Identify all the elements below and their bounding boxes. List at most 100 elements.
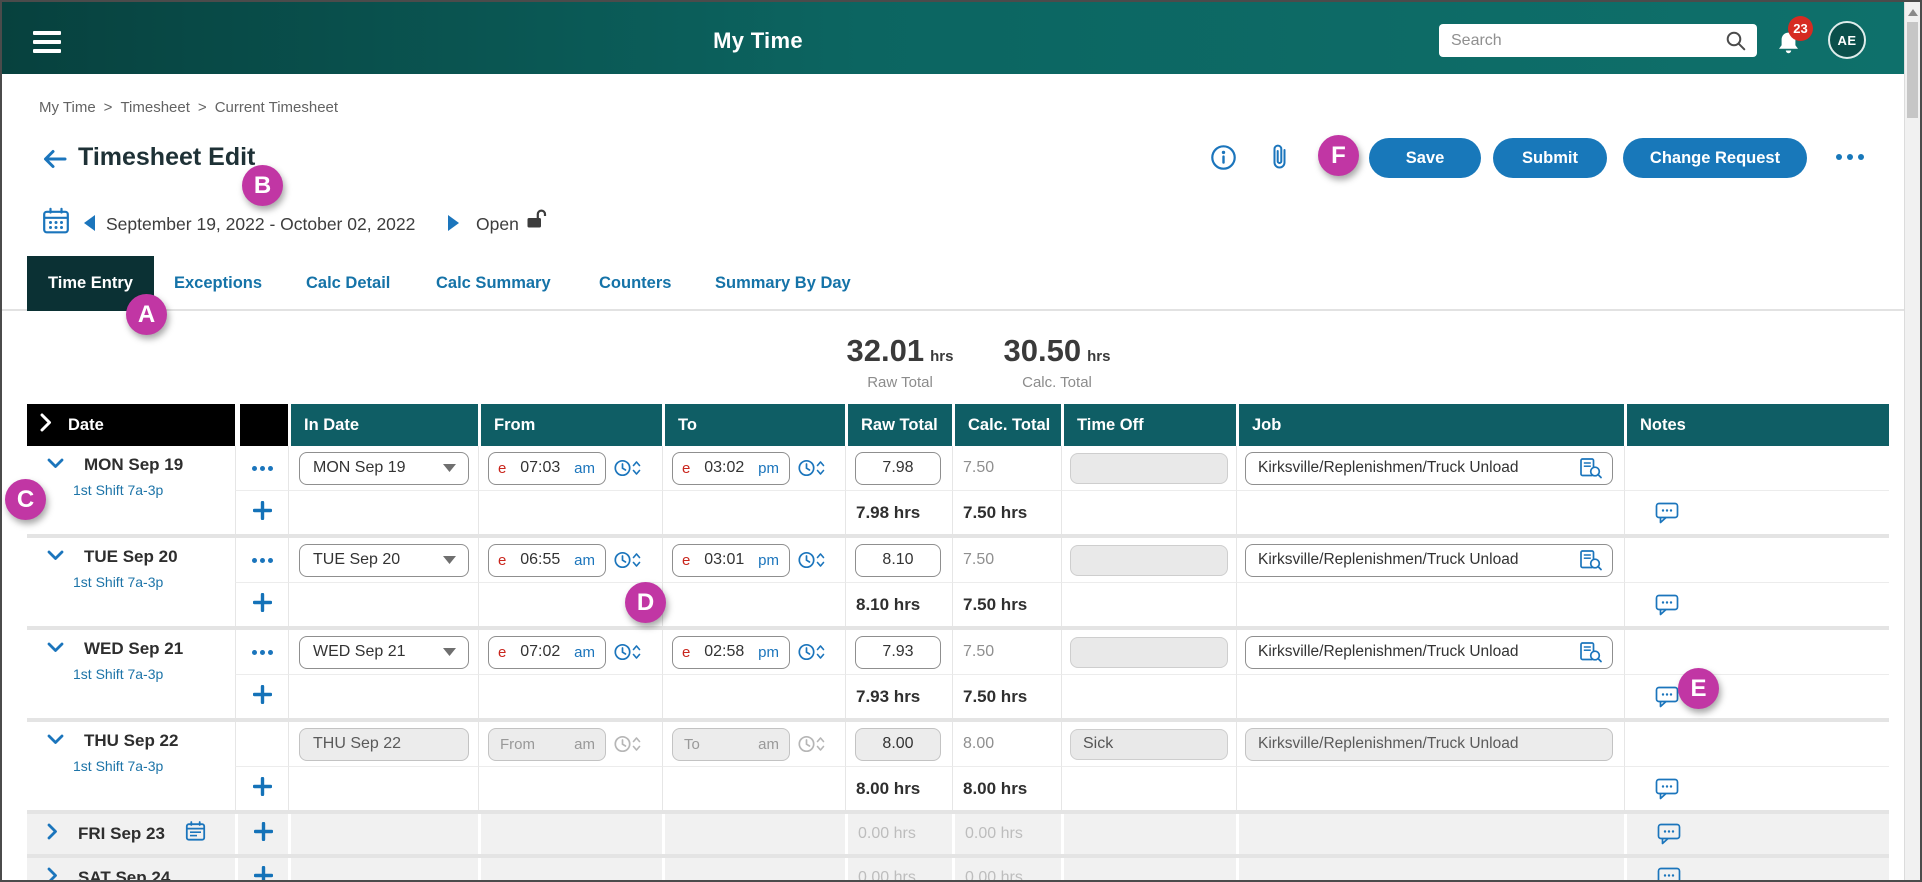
notes-comment-icon[interactable] [1657, 823, 1681, 845]
date-cell: FRI Sep 23 [27, 814, 235, 854]
from-time-field[interactable]: e 07:03 am [488, 451, 606, 485]
clock-transfer-icon[interactable] [613, 458, 641, 478]
save-button[interactable]: Save [1369, 138, 1481, 178]
clock-transfer-icon[interactable] [613, 550, 641, 570]
menu-icon[interactable] [33, 31, 61, 53]
clock-transfer-icon[interactable] [613, 642, 641, 662]
to-time-field[interactable]: e 03:02 pm [672, 451, 790, 485]
search-icon[interactable] [1725, 30, 1747, 57]
attachment-paperclip-icon[interactable] [1270, 142, 1289, 176]
avatar[interactable]: AE [1828, 21, 1866, 59]
from-time-field[interactable]: e 07:02 am [488, 635, 606, 669]
search-input[interactable] [1439, 31, 1757, 50]
add-entry-button[interactable] [253, 865, 273, 880]
clock-transfer-icon[interactable] [797, 550, 825, 570]
back-arrow-icon[interactable] [41, 148, 67, 175]
to-time-field[interactable]: e 02:58 pm [672, 635, 790, 669]
scroll-up-icon[interactable] [1908, 9, 1918, 16]
notes-comment-icon[interactable] [1655, 778, 1679, 800]
time-off-field[interactable] [1070, 452, 1228, 484]
notes-comment-icon[interactable] [1655, 594, 1679, 616]
row-menu-icon[interactable] [251, 465, 273, 471]
next-period-icon[interactable] [448, 215, 459, 236]
in-date-select[interactable]: MON Sep 19 [299, 451, 469, 485]
row-expand-icon[interactable] [47, 823, 58, 845]
column-header-raw-total: Raw Total [845, 404, 952, 446]
breadcrumb-my-time[interactable]: My Time [39, 99, 96, 116]
previous-period-icon[interactable] [84, 215, 95, 236]
timesheet-status: Open [476, 214, 519, 234]
scrollbar-thumb[interactable] [1907, 22, 1918, 118]
time-off-field[interactable] [1070, 636, 1228, 668]
tab-calc-summary[interactable]: Calc Summary [436, 256, 551, 311]
row-menu-icon[interactable] [251, 649, 273, 655]
raw-total-input[interactable]: 7.98 [855, 451, 941, 485]
date-cell: THU Sep 22 1st Shift 7a-3p [27, 722, 235, 810]
table-row-collapsed: FRI Sep 23 0.00 hrs 0.00 hrs [27, 814, 1889, 858]
tab-calc-detail[interactable]: Calc Detail [306, 256, 390, 311]
tab-summary-by-day[interactable]: Summary By Day [715, 256, 851, 311]
page-title: Timesheet Edit [78, 143, 256, 171]
notes-comment-icon[interactable] [1655, 502, 1679, 524]
more-options-button[interactable] [1836, 154, 1864, 160]
row-collapse-icon[interactable] [47, 640, 64, 658]
row-menu-icon[interactable] [251, 557, 273, 563]
from-time-value: 07:02 [520, 643, 561, 660]
job-search-icon[interactable] [1579, 549, 1603, 572]
tab-counters[interactable]: Counters [599, 256, 671, 311]
day-raw-total: 0.00 hrs [858, 869, 916, 882]
job-search-icon[interactable] [1579, 641, 1603, 664]
info-icon[interactable] [1210, 144, 1237, 176]
notes-comment-icon[interactable] [1657, 867, 1681, 880]
raw-total-value: 32.01 [846, 333, 925, 368]
table-row: WED Sep 21 1st Shift 7a-3p WED Sep 21 e … [27, 630, 1889, 722]
clock-transfer-icon[interactable] [797, 642, 825, 662]
time-off-field: Sick [1070, 728, 1228, 760]
column-header-time-off: Time Off [1061, 404, 1236, 446]
edited-flag: e [682, 459, 691, 477]
tab-exceptions[interactable]: Exceptions [174, 256, 262, 311]
annotation-badge-a: A [126, 294, 167, 335]
job-field[interactable]: Kirksville/Replenishmen/Truck Unload [1245, 543, 1613, 577]
add-entry-button[interactable] [253, 821, 273, 846]
table-row-collapsed: SAT Sep 24 0.00 hrs 0.00 hrs [27, 858, 1889, 882]
shift-label: 1st Shift 7a-3p [73, 758, 164, 774]
time-off-field[interactable] [1070, 544, 1228, 576]
column-header-notes: Notes [1624, 404, 1889, 446]
job-search-icon[interactable] [1579, 457, 1603, 480]
submit-button[interactable]: Submit [1493, 138, 1607, 178]
add-entry-button[interactable] [252, 500, 272, 525]
row-expand-icon[interactable] [47, 867, 58, 880]
change-request-button[interactable]: Change Request [1623, 138, 1807, 178]
job-field[interactable]: Kirksville/Replenishmen/Truck Unload [1245, 635, 1613, 669]
in-date-value: MON Sep 19 [313, 459, 406, 476]
calc-total-cell: 7.50 [963, 459, 995, 476]
raw-total-input[interactable]: 8.10 [855, 543, 941, 577]
in-date-select[interactable]: WED Sep 21 [299, 635, 469, 669]
notification-count-badge[interactable]: 23 [1788, 16, 1813, 41]
add-entry-button[interactable] [252, 776, 272, 801]
annotation-badge-e: E [1678, 668, 1719, 709]
breadcrumb-timesheet[interactable]: Timesheet [120, 99, 189, 116]
schedule-calendar-icon[interactable] [185, 821, 206, 847]
notes-comment-icon[interactable] [1655, 686, 1679, 708]
to-meridiem: pm [758, 551, 779, 569]
edited-flag: e [682, 643, 691, 661]
row-collapse-icon[interactable] [47, 732, 64, 750]
in-date-select[interactable]: TUE Sep 20 [299, 543, 469, 577]
row-collapse-icon[interactable] [47, 548, 64, 566]
job-field[interactable]: Kirksville/Replenishmen/Truck Unload [1245, 451, 1613, 485]
expand-all-icon[interactable] [40, 413, 52, 437]
to-time-value: 03:02 [704, 459, 745, 476]
calendar-icon[interactable] [42, 207, 70, 240]
to-time-field[interactable]: e 03:01 pm [672, 543, 790, 577]
clock-transfer-icon[interactable] [797, 458, 825, 478]
notes-cell [1624, 630, 1889, 674]
raw-total-input[interactable]: 7.93 [855, 635, 941, 669]
vertical-scrollbar[interactable] [1904, 2, 1920, 880]
calc-total-cell: 7.50 [963, 551, 995, 568]
add-entry-button[interactable] [252, 684, 272, 709]
add-entry-button[interactable] [252, 592, 272, 617]
row-collapse-icon[interactable] [47, 456, 64, 474]
from-time-field[interactable]: e 06:55 am [488, 543, 606, 577]
